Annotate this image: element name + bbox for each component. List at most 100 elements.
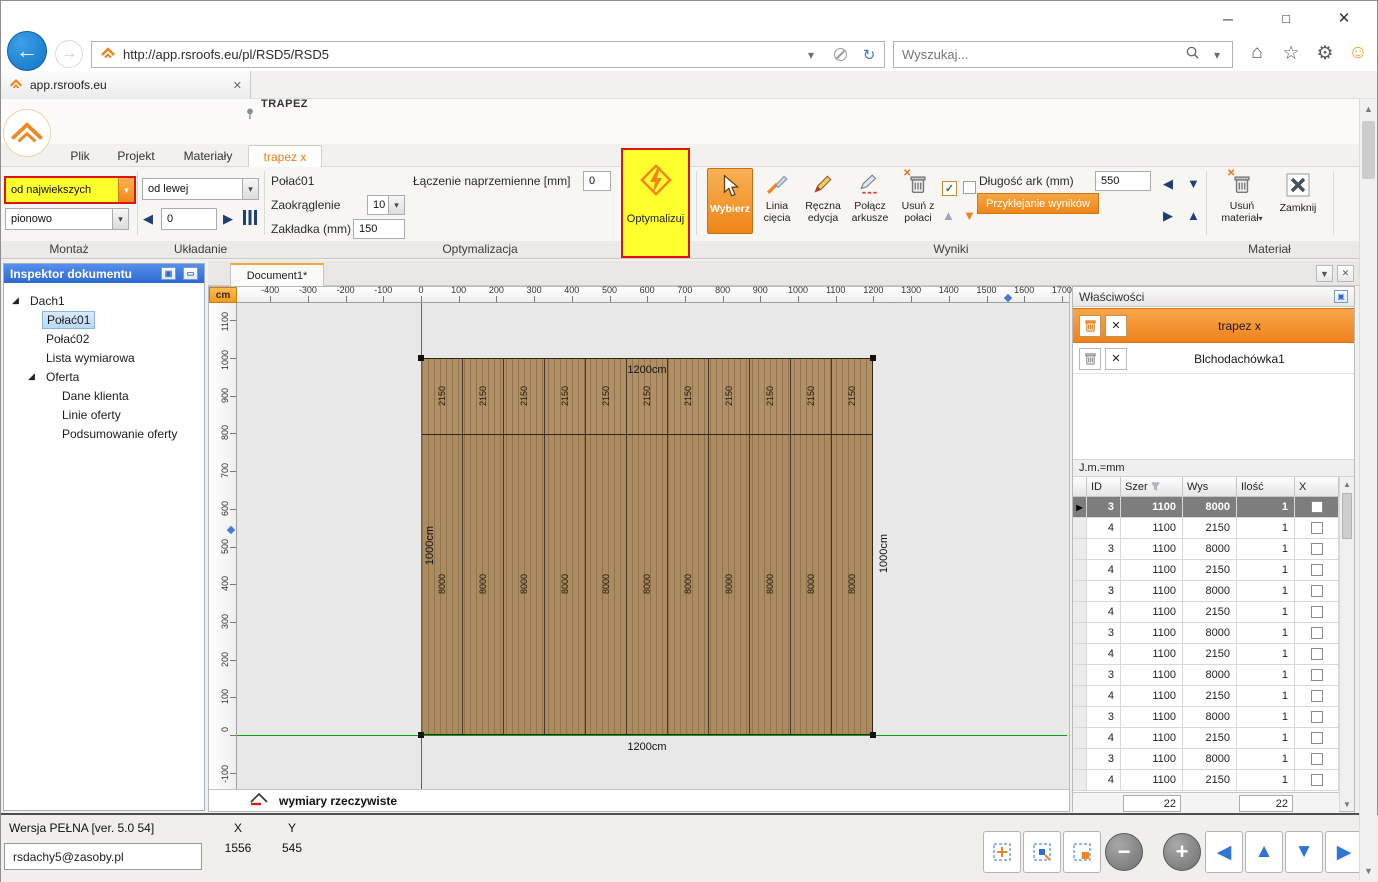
row-checkbox[interactable] xyxy=(1295,770,1339,791)
minimize-button[interactable]: ─ xyxy=(1213,6,1243,32)
checkbox[interactable] xyxy=(1311,711,1323,723)
feedback-smiley-icon[interactable]: ☺ xyxy=(1345,42,1371,64)
panel-strip[interactable]: 8000 xyxy=(708,435,749,734)
unchecked-checkbox[interactable] xyxy=(963,181,976,194)
row-checkbox[interactable] xyxy=(1295,602,1339,623)
material-item-blachodachowka[interactable]: ✕ Blchodachówka1 xyxy=(1073,344,1354,374)
document-close-icon[interactable]: ✕ xyxy=(1337,265,1354,282)
header-x[interactable]: X xyxy=(1295,477,1339,497)
panel-strip[interactable]: 8000 xyxy=(749,435,790,734)
header-szer[interactable]: Szer xyxy=(1121,477,1183,497)
back-button[interactable]: ← xyxy=(7,31,47,71)
row-checkbox[interactable] xyxy=(1295,686,1339,707)
properties-collapse-button[interactable]: ▣ xyxy=(1334,290,1348,303)
url-text[interactable]: http://app.rsroofs.eu/pl/RSD5/RSD5 xyxy=(123,47,793,62)
scroll-down-icon[interactable]: ▼ xyxy=(1340,797,1354,811)
material-item-trapez[interactable]: ✕ trapez x xyxy=(1073,308,1354,343)
inspector-collapse-button[interactable]: ▭ xyxy=(183,267,198,280)
corner-handle[interactable] xyxy=(418,355,424,361)
header-ilosc[interactable]: Ilość xyxy=(1237,477,1295,497)
tab-projekt[interactable]: Projekt xyxy=(104,145,168,167)
corner-handle[interactable] xyxy=(870,355,876,361)
chevron-down-icon[interactable]: ▾ xyxy=(112,209,128,229)
columns-icon[interactable] xyxy=(243,210,257,225)
delete-material-icon[interactable] xyxy=(1079,315,1101,337)
header-id[interactable]: ID xyxy=(1087,477,1121,497)
drawing-canvas[interactable]: -400-300-200-100010020030040050060070080… xyxy=(208,286,1070,812)
sheet-length-input[interactable]: 550 xyxy=(1095,171,1151,191)
zoom-extents-button[interactable] xyxy=(983,831,1021,873)
material-row[interactable]: 4110021501 xyxy=(1073,560,1339,581)
panel-strip[interactable]: 8000 xyxy=(503,435,544,734)
join-sheets-button[interactable]: Połącz arkusze xyxy=(847,168,893,234)
zoom-window-button[interactable] xyxy=(1023,831,1061,873)
row-checkbox[interactable] xyxy=(1295,728,1339,749)
checked-checkbox[interactable]: ✓ xyxy=(942,181,957,196)
rounding-combo[interactable]: 10 ▾ xyxy=(367,195,405,215)
tab-list-dropdown-icon[interactable]: ▼ xyxy=(1316,265,1333,282)
material-row[interactable]: 3110080001 xyxy=(1073,539,1339,560)
row-checkbox[interactable] xyxy=(1295,707,1339,728)
header-wys[interactable]: Wys xyxy=(1183,477,1237,497)
material-row[interactable]: 4110021501 xyxy=(1073,728,1339,749)
row-checkbox[interactable] xyxy=(1295,581,1339,602)
tree-item-lista-wymiarowa[interactable]: Lista wymiarowa xyxy=(4,348,204,367)
close-material-icon[interactable]: ✕ xyxy=(1105,315,1127,337)
panel-strip[interactable]: 8000 xyxy=(422,435,462,734)
move-up-icon[interactable]: ▲ xyxy=(942,209,955,222)
row-checkbox[interactable] xyxy=(1295,623,1339,644)
tab-trapez-x[interactable]: trapez x xyxy=(248,145,322,167)
expander-icon[interactable]: ◢ xyxy=(12,295,26,306)
close-button[interactable]: ✕ xyxy=(1329,6,1359,32)
sort-order-combo[interactable]: od najwiekszych ▾ xyxy=(4,176,136,204)
row-checkbox[interactable] xyxy=(1295,539,1339,560)
scrollbar-thumb[interactable] xyxy=(1362,121,1375,179)
search-box[interactable]: ▾ xyxy=(893,41,1233,68)
shift-left-icon[interactable]: ◀ xyxy=(143,212,153,225)
search-dropdown-icon[interactable]: ▾ xyxy=(1206,48,1228,62)
material-row[interactable]: 3110080001 xyxy=(1073,707,1339,728)
material-row[interactable]: 4110021501 xyxy=(1073,602,1339,623)
remove-material-button[interactable]: ✕ Usuń materiał▾ xyxy=(1215,168,1269,234)
checkbox[interactable] xyxy=(1311,606,1323,618)
page-scrollbar[interactable]: ▲ ▼ xyxy=(1359,99,1377,881)
nudge-left-icon[interactable]: ◀ xyxy=(1163,177,1173,190)
address-bar[interactable]: http://app.rsroofs.eu/pl/RSD5/RSD5 ▾ ↻ xyxy=(91,41,885,68)
row-checkbox[interactable] xyxy=(1295,644,1339,665)
cut-line-button[interactable]: Linia cięcia xyxy=(755,168,799,234)
chevron-down-icon[interactable]: ▾ xyxy=(242,179,258,199)
checkbox[interactable] xyxy=(1311,585,1323,597)
panel-strip[interactable]: 8000 xyxy=(667,435,708,734)
pan-down-button[interactable]: ▼ xyxy=(1285,831,1323,873)
manual-edit-button[interactable]: Ręczna edycja xyxy=(801,168,845,234)
refresh-icon[interactable]: ↻ xyxy=(858,46,880,64)
nudge-down-icon[interactable]: ▼ xyxy=(1187,177,1200,190)
panel-strip[interactable]: 8000 xyxy=(462,435,503,734)
checkbox[interactable] xyxy=(1311,690,1323,702)
material-row[interactable]: 4110021501 xyxy=(1073,644,1339,665)
document-tab[interactable]: Document1* xyxy=(230,263,324,286)
row-checkbox[interactable] xyxy=(1295,518,1339,539)
row-checkbox[interactable] xyxy=(1295,497,1339,518)
forward-button[interactable]: → xyxy=(55,40,83,68)
orientation-combo[interactable]: pionowo ▾ xyxy=(5,208,129,230)
checkbox[interactable] xyxy=(1311,774,1323,786)
expander-icon[interactable]: ◢ xyxy=(28,371,42,382)
nudge-up-icon[interactable]: ▲ xyxy=(1187,209,1200,222)
browser-tab[interactable]: app.rsroofs.eu ✕ xyxy=(1,71,251,99)
material-row[interactable]: ▶3110080001 xyxy=(1073,497,1339,518)
tree-item-po-a-02[interactable]: Połać02 xyxy=(4,329,204,348)
scroll-up-icon[interactable]: ▲ xyxy=(1340,477,1354,491)
material-row[interactable]: 3110080001 xyxy=(1073,581,1339,602)
settings-gear-icon[interactable]: ⚙ xyxy=(1312,42,1338,65)
tab-close-icon[interactable]: ✕ xyxy=(233,79,242,92)
layout-direction-combo[interactable]: od lewej ▾ xyxy=(142,178,259,200)
tracking-protection-icon[interactable] xyxy=(829,48,851,61)
panel-strip[interactable]: 8000 xyxy=(790,435,831,734)
checkbox[interactable] xyxy=(1311,564,1323,576)
nudge-right-icon[interactable]: ▶ xyxy=(1163,209,1173,222)
overlap-input[interactable]: 150 xyxy=(353,219,405,239)
footer-count-box[interactable]: 22 xyxy=(1123,795,1181,812)
material-row[interactable]: 3110080001 xyxy=(1073,749,1339,770)
checkbox[interactable] xyxy=(1311,627,1323,639)
